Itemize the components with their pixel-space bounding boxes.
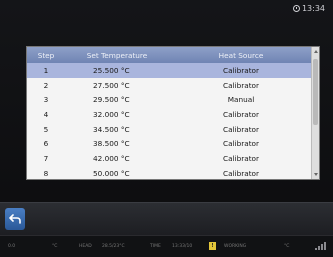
table-row[interactable]: 6 38.500 °C Calibrator [27,136,313,151]
cell-temperature: 27.500 °C [93,80,130,90]
cell-heat-source: Calibrator [169,63,313,78]
cell-heat-source: Calibrator [222,80,260,90]
warning-badge: ! [209,242,216,250]
cell-step: 2 [43,80,49,90]
status-value: 0.0 [8,244,16,249]
table-row[interactable]: 7 42.000 °C Calibrator [27,151,313,166]
table-row[interactable]: 3 29.500 °C Manual [27,92,313,107]
table-row[interactable]: 5 34.500 °C Calibrator [27,122,313,137]
header-step[interactable]: Step [27,47,65,63]
status-time-value: 13:33/10 [172,244,193,249]
status-head-value: 28.5/23°C [102,244,125,249]
cell-step: 4 [43,109,49,119]
cell-heat-source: Calibrator [222,109,260,119]
status-time-label: TIME [150,244,161,249]
status-head-label: HEAD [79,244,92,249]
cell-temperature: 50.000 °C [93,168,130,178]
cell-temperature: 34.500 °C [93,124,130,134]
cell-step: 7 [43,153,49,163]
cell-temperature: 29.500 °C [93,95,130,105]
back-button[interactable] [5,208,25,230]
bottom-toolbar [0,202,333,235]
back-arrow-icon [9,214,21,224]
clock-time: 13:34 [301,4,325,13]
clock: 13:34 [292,4,325,13]
top-bar: 13:34 [0,0,333,22]
header-heat-source[interactable]: Heat Source [169,47,313,63]
signal-icon [315,242,326,250]
cell-temperature: 25.500 °C [65,63,169,78]
scroll-up-arrow-icon[interactable] [314,50,318,53]
cell-temperature: 38.500 °C [93,139,130,149]
scroll-thumb[interactable] [313,59,318,125]
cell-step: 5 [43,124,49,134]
cell-step: 6 [43,139,49,149]
cell-step: 3 [43,95,49,105]
scroll-down-arrow-icon[interactable] [314,173,318,176]
status-unit-2: °C [284,244,290,249]
cell-step: 1 [27,63,65,78]
screen: 13:34 Step Set Temperature Heat Source 1… [0,0,333,257]
status-mode: WORKING [224,244,247,249]
cell-temperature: 42.000 °C [93,153,130,163]
header-set-temperature[interactable]: Set Temperature [65,47,169,63]
status-bar: 0.0 °C HEAD 28.5/23°C TIME 13:33/10 ! WO… [0,235,333,257]
cell-heat-source: Calibrator [222,139,260,149]
table-row[interactable]: 4 32.000 °C Calibrator [27,107,313,122]
clock-icon [292,5,300,12]
cell-temperature: 32.000 °C [93,109,130,119]
cell-step: 8 [43,168,49,178]
cell-heat-source: Calibrator [222,153,260,163]
table-row[interactable]: 8 50.000 °C Calibrator [27,166,313,179]
steps-table-panel: Step Set Temperature Heat Source 1 25.50… [26,46,320,180]
steps-table: Step Set Temperature Heat Source 1 25.50… [27,47,313,179]
cell-heat-source: Manual [227,95,255,105]
cell-heat-source: Calibrator [222,124,260,134]
table-scrollbar[interactable] [311,47,319,179]
status-unit: °C [52,244,58,249]
table-row[interactable]: 1 25.500 °C Calibrator [27,63,313,78]
table-row[interactable]: 2 27.500 °C Calibrator [27,78,313,93]
table-header-row: Step Set Temperature Heat Source [27,47,313,63]
cell-heat-source: Calibrator [222,168,260,178]
